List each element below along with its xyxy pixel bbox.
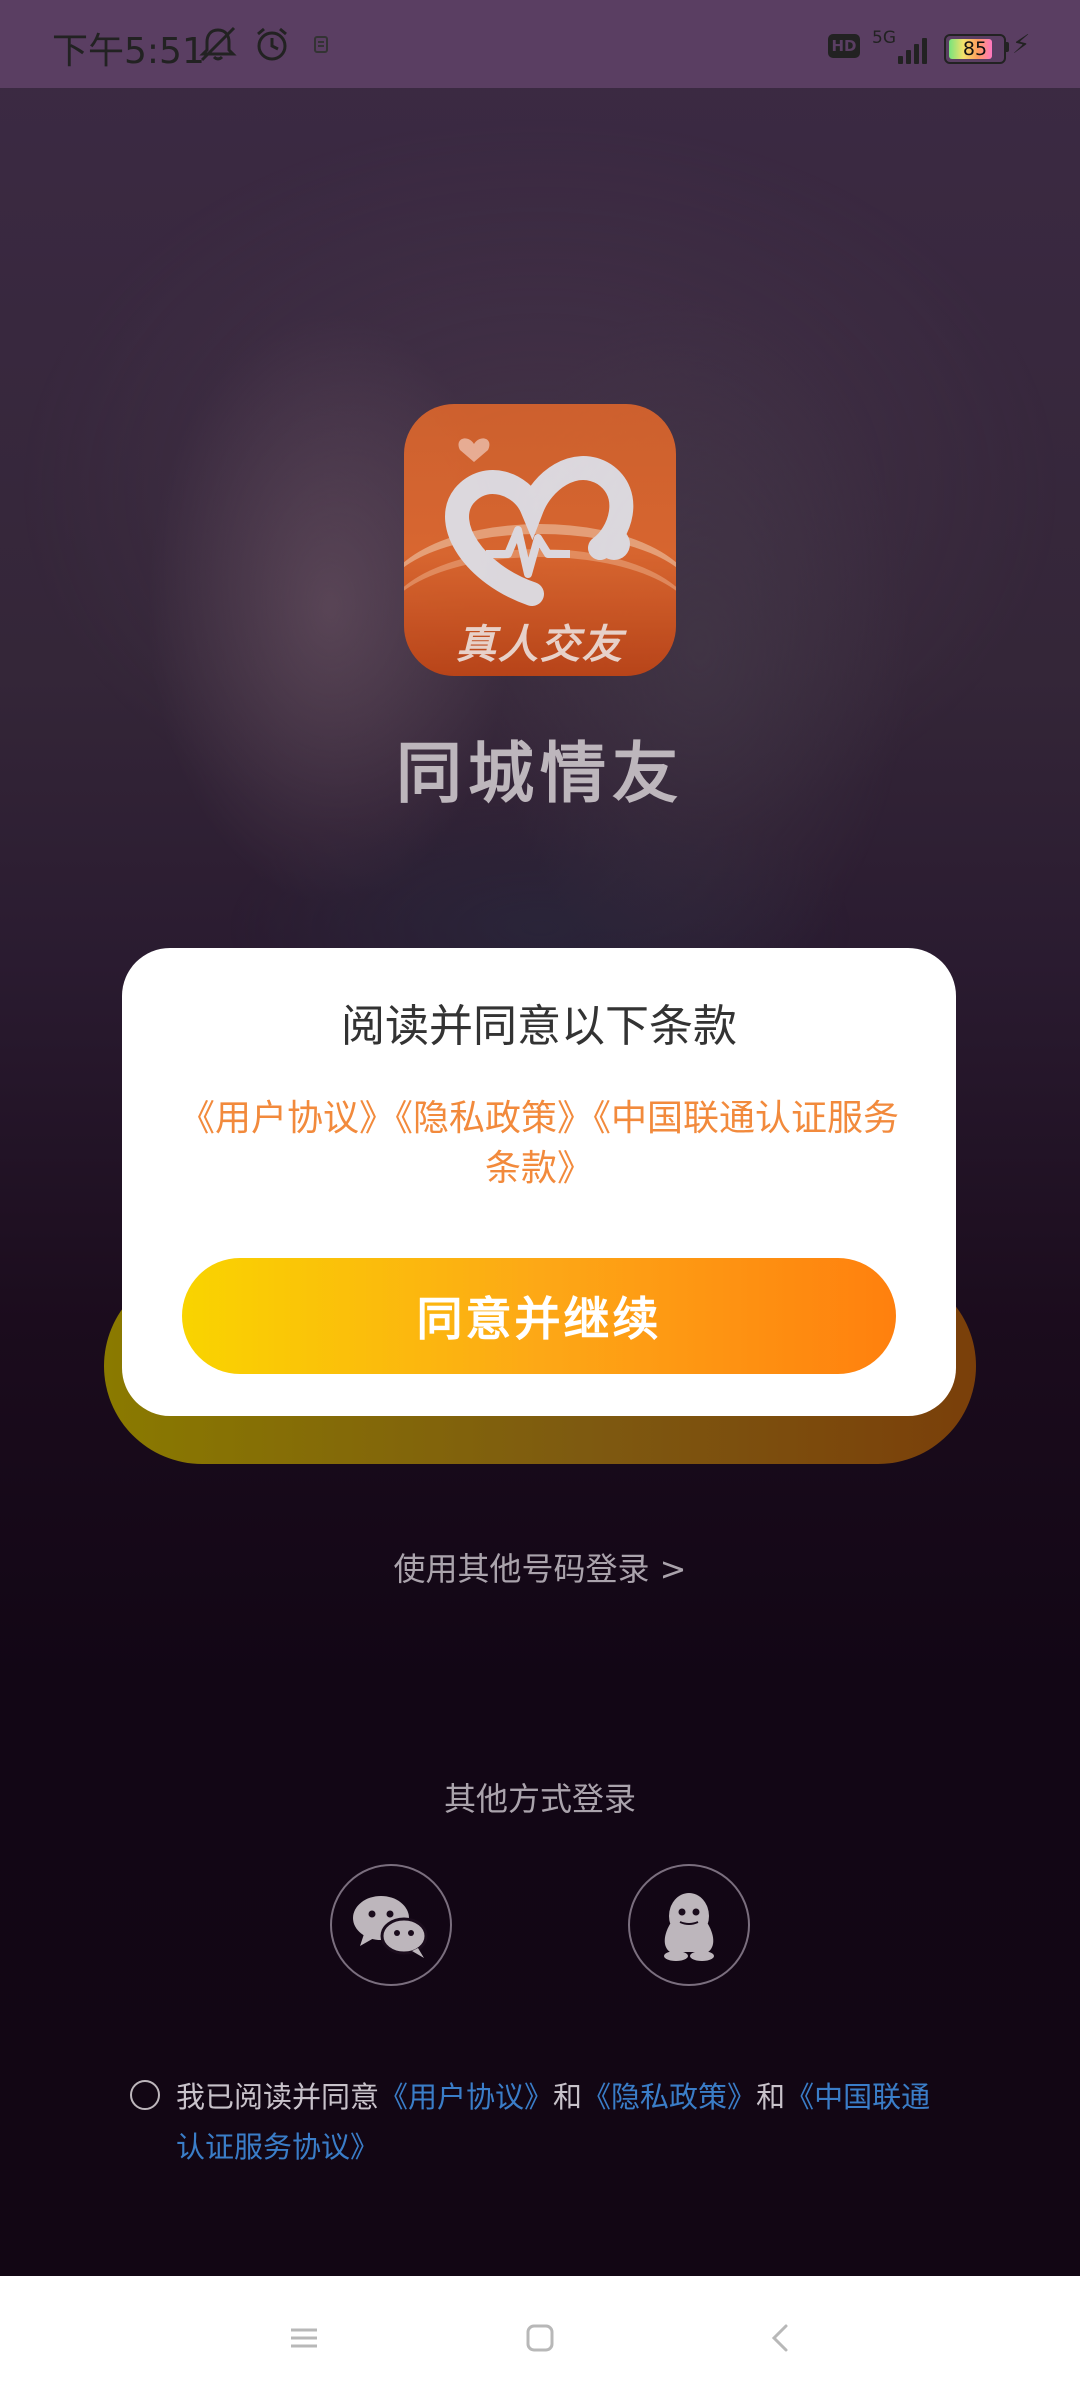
mute-bell-icon bbox=[196, 24, 240, 64]
hd-badge: HD bbox=[828, 34, 860, 58]
agreement-text: 我已阅读并同意《用户协议》和《隐私政策》和《中国联通认证服务协议》 bbox=[176, 2072, 956, 2172]
app-logo: 真人交友 bbox=[404, 404, 676, 676]
logo-text: 真人交友 bbox=[456, 622, 624, 668]
battery-icon: 85 bbox=[944, 34, 1006, 64]
status-time: 下午5:51 bbox=[52, 31, 205, 72]
signal-icon bbox=[898, 34, 934, 64]
wechat-login-button[interactable] bbox=[330, 1864, 452, 1986]
user-agreement-link[interactable]: 《用户协议》 bbox=[379, 2080, 553, 2114]
battery-level: 85 bbox=[962, 38, 988, 60]
qq-icon bbox=[664, 1893, 714, 1961]
charging-icon: ⚡ bbox=[1012, 30, 1031, 60]
agree-continue-button[interactable]: 同意并继续 bbox=[182, 1258, 896, 1374]
network-type: 5G bbox=[872, 28, 896, 48]
notification-app-icon bbox=[310, 24, 332, 64]
battery-tip bbox=[1005, 42, 1009, 52]
app-name: 同城情友 bbox=[396, 735, 684, 812]
privacy-policy-link[interactable]: 《隐私政策》 bbox=[582, 2080, 756, 2114]
other-number-login-link[interactable]: 使用其他号码登录 > bbox=[0, 1544, 1080, 1590]
status-bar: 下午5:51 HD 5G 85 ⚡ bbox=[0, 0, 1080, 88]
home-icon[interactable] bbox=[518, 2316, 562, 2360]
agreement-prefix: 我已阅读并同意 bbox=[176, 2080, 380, 2114]
agreement-and-2: 和 bbox=[756, 2080, 786, 2114]
terms-dialog: 阅读并同意以下条款 《用户协议》《隐私政策》《中国联通认证服务条款》 同意并继续 bbox=[122, 948, 956, 1416]
navigation-bar bbox=[0, 2276, 1080, 2400]
qq-login-button[interactable] bbox=[628, 1864, 750, 1986]
dialog-terms-links[interactable]: 《用户协议》《隐私政策》《中国联通认证服务条款》 bbox=[174, 1094, 904, 1194]
menu-icon[interactable] bbox=[282, 2316, 326, 2360]
dialog-title: 阅读并同意以下条款 bbox=[341, 1001, 737, 1052]
back-icon[interactable] bbox=[758, 2316, 802, 2360]
alarm-icon bbox=[252, 24, 292, 64]
agreement-and-1: 和 bbox=[553, 2080, 583, 2114]
wechat-icon bbox=[353, 1896, 428, 1958]
agreement-checkbox[interactable] bbox=[130, 2080, 160, 2110]
other-methods-label: 其他方式登录 bbox=[443, 1780, 636, 1818]
